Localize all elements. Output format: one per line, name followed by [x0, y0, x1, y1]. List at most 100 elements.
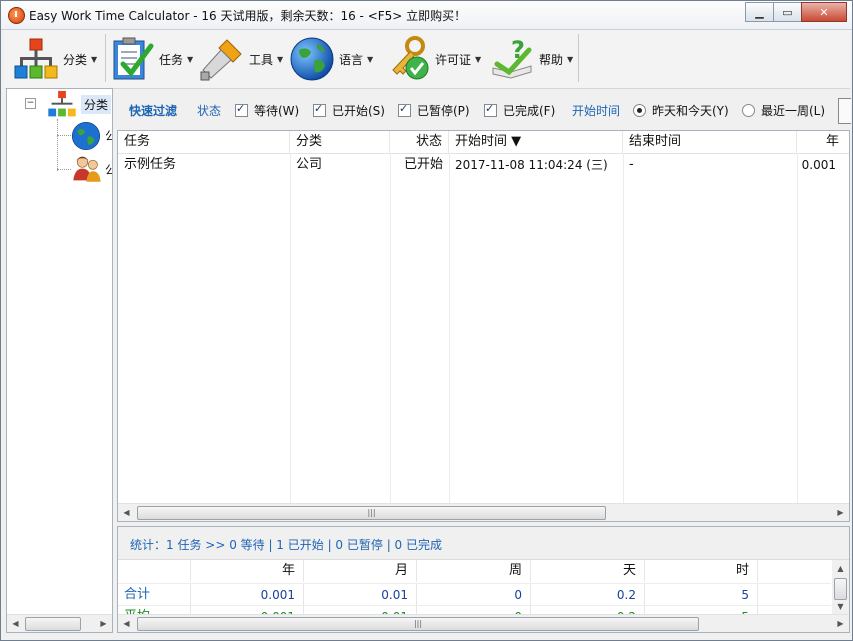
radio-selected-icon[interactable] [633, 104, 646, 117]
tree-child-label[interactable]: 公 [105, 161, 112, 178]
dropdown-arrow-icon: ▼ [277, 54, 284, 64]
tree-horizontal-scrollbar[interactable]: ◀ ▶ [7, 614, 112, 632]
app-clock-icon [8, 7, 25, 24]
window-title: Easy Work Time Calculator - 16 天试用版，剩余天数… [29, 9, 467, 23]
keys-license-icon [385, 36, 431, 82]
category-hierarchy-icon [13, 36, 59, 82]
scrollbar-thumb[interactable] [834, 578, 847, 600]
checkbox-checked-icon[interactable] [484, 102, 497, 117]
toolbar-separator [105, 34, 106, 82]
category-hierarchy-icon [47, 89, 77, 119]
maximize-button[interactable]: ▭ [773, 2, 802, 22]
window-controls: ▁ ▭ ✕ [745, 2, 847, 22]
tree-line [57, 135, 71, 137]
dropdown-arrow-icon: ▼ [567, 54, 574, 64]
scroll-left-icon[interactable]: ◀ [7, 615, 24, 632]
help-question-icon: ? [489, 36, 535, 82]
column-header-year[interactable]: 年 [797, 131, 849, 153]
stats-header-month[interactable]: 月 [304, 560, 417, 582]
stats-row-total[interactable]: 合计 0.001 0.01 0 0.2 5 [118, 583, 831, 606]
cell-task: 示例任务 [124, 157, 177, 172]
scroll-down-icon[interactable]: ▼ [832, 598, 849, 615]
stats-header-hour[interactable]: 时 [645, 560, 758, 582]
status-filter-label: 状态 [197, 104, 222, 118]
stats-vertical-scrollbar[interactable]: ▲ ▼ [832, 560, 849, 615]
scroll-right-icon[interactable]: ▶ [832, 504, 849, 521]
filter-paused-checkbox[interactable]: 已暂停(P) [398, 102, 470, 119]
minimize-button[interactable]: ▁ [745, 2, 774, 22]
scrollbar-thumb[interactable]: ||| [137, 617, 699, 631]
dropdown-arrow-icon: ▼ [91, 54, 98, 64]
column-gridline [797, 153, 798, 503]
table-row[interactable]: 示例任务 公司 已开始 2017-11-08 11:04:24 (三) - 0.… [118, 154, 849, 176]
stats-value-year: 0.001 [191, 584, 304, 606]
start-time-filter-label: 开始时间 [572, 104, 621, 118]
toolbar-language-button[interactable]: 语言 ▼ [289, 33, 373, 85]
toolbar-task-button[interactable]: 任务 ▼ [109, 33, 193, 85]
tree-expander[interactable]: − [25, 98, 36, 109]
filter-finished-checkbox[interactable]: 已完成(F) [484, 102, 555, 119]
column-header-category[interactable]: 分类 [290, 131, 390, 153]
cell-year: 0.001 [801, 158, 836, 172]
grid-horizontal-scrollbar[interactable]: ◀ ||| ▶ [118, 503, 849, 521]
statistics-panel: 统计：1 任务 >> 0 等待 | 1 已开始 | 0 已暂停 | 0 已完成 … [117, 526, 850, 633]
scrollbar-thumb[interactable]: ||| [137, 506, 606, 520]
title-bar: Easy Work Time Calculator - 16 天试用版，剩余天数… [1, 1, 852, 30]
column-header-end-time[interactable]: 结束时间 [623, 131, 797, 153]
tree-line [57, 119, 59, 171]
tree-line [57, 169, 71, 171]
cell-status: 已开始 [403, 157, 443, 172]
filter-overflow-button[interactable] [838, 98, 851, 124]
column-gridline [390, 153, 391, 503]
dropdown-arrow-icon: ▼ [187, 54, 194, 64]
checkbox-checked-icon[interactable] [313, 102, 326, 117]
task-checklist-icon [109, 36, 155, 82]
filter-waiting-checkbox[interactable]: 等待(W) [235, 102, 299, 119]
statistics-summary: 统计：1 任务 >> 0 等待 | 1 已开始 | 0 已暂停 | 0 已完成 [130, 538, 443, 552]
filter-last-week-radio[interactable]: 最近一周(L) [742, 102, 825, 119]
toolbar-help-label: 帮助 [539, 52, 564, 67]
scroll-left-icon[interactable]: ◀ [118, 504, 135, 521]
scroll-up-icon[interactable]: ▲ [832, 560, 849, 577]
column-header-status[interactable]: 状态 [390, 131, 449, 153]
tree-root-label[interactable]: 分类 [81, 95, 112, 114]
stats-header-week[interactable]: 周 [417, 560, 531, 582]
filter-started-checkbox[interactable]: 已开始(S) [313, 102, 385, 119]
screwdriver-tools-icon [199, 36, 245, 82]
svg-text:?: ? [511, 36, 525, 64]
toolbar-license-button[interactable]: 许可证 ▼ [385, 33, 481, 85]
toolbar-language-label: 语言 [339, 52, 364, 67]
scroll-right-icon[interactable]: ▶ [95, 615, 112, 632]
stats-value-hour: 5 [645, 584, 758, 606]
globe-icon [71, 121, 101, 151]
column-header-task[interactable]: 任务 [118, 131, 290, 153]
close-button[interactable]: ✕ [801, 2, 847, 22]
toolbar-task-label: 任务 [159, 52, 184, 67]
toolbar-category-button[interactable]: 分类 ▼ [13, 33, 97, 85]
stats-header-year[interactable]: 年 [191, 560, 304, 582]
statistics-summary-bar: 统计：1 任务 >> 0 等待 | 1 已开始 | 0 已暂停 | 0 已完成 [118, 527, 849, 560]
toolbar-category-label: 分类 [63, 52, 88, 67]
checkbox-checked-icon[interactable] [398, 102, 411, 117]
toolbar-help-button[interactable]: ? 帮助 ▼ [489, 33, 573, 85]
column-header-start-time[interactable]: 开始时间 ▼ [449, 131, 623, 153]
tree-body: − 分类 [7, 89, 112, 614]
scroll-left-icon[interactable]: ◀ [118, 615, 135, 632]
category-tree: − 分类 ◀ ▶ [6, 88, 113, 633]
stats-value-day: 0.2 [531, 584, 645, 606]
checkbox-checked-icon[interactable] [235, 102, 248, 117]
stats-header-day[interactable]: 天 [531, 560, 645, 582]
toolbar-tools-button[interactable]: 工具 ▼ [199, 33, 283, 85]
filter-yesterday-today-radio[interactable]: 昨天和今天(Y) [633, 102, 729, 119]
column-gridline [623, 153, 624, 503]
cell-start-time: 2017-11-08 11:04:24 (三) [455, 158, 608, 172]
scrollbar-thumb[interactable] [25, 617, 81, 631]
tree-child-label[interactable]: 公 [105, 127, 112, 144]
quick-filter-label: 快速过滤 [129, 104, 178, 118]
toolbar-license-label: 许可证 [435, 52, 472, 67]
cell-category: 公司 [296, 157, 323, 172]
stats-horizontal-scrollbar[interactable]: ◀ ||| ▶ [118, 614, 849, 632]
radio-unselected-icon[interactable] [742, 104, 755, 117]
stats-row-label: 合计 [118, 584, 191, 606]
scroll-right-icon[interactable]: ▶ [832, 615, 849, 632]
